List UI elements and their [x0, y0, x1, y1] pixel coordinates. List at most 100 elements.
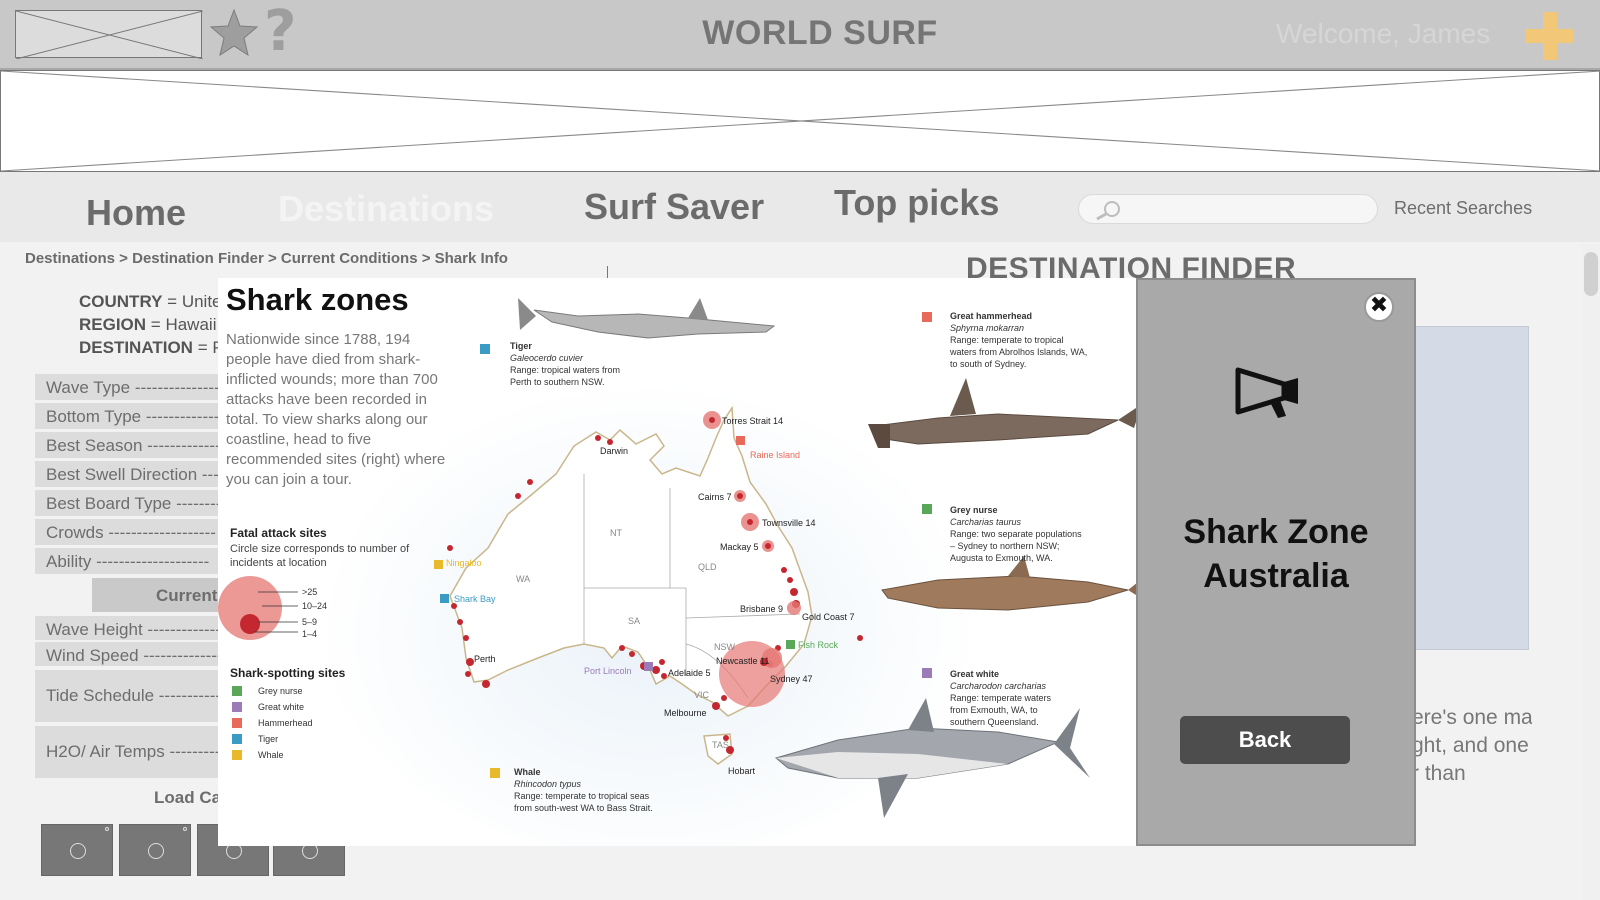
description-line: r than	[1412, 762, 1466, 785]
right-margin	[1532, 244, 1582, 900]
nav-destinations[interactable]: Destinations	[278, 188, 494, 230]
help-icon[interactable]: ?	[264, 2, 296, 62]
tiger-marker	[480, 344, 490, 354]
condition-row: Wave Height --------------	[35, 616, 235, 640]
megaphone-icon	[1235, 367, 1298, 418]
place-label: Adelaide 5	[668, 668, 711, 678]
search-icon	[1096, 201, 1120, 221]
region-line: REGION = Hawaii,	[79, 315, 221, 335]
place-label: Shark Bay	[454, 594, 496, 604]
place-label: Melbourne	[664, 708, 707, 718]
state-label: NSW	[714, 642, 735, 652]
legend-swatch-whale	[232, 750, 242, 760]
state-label: QLD	[698, 562, 717, 572]
country-label: COUNTRY	[79, 292, 163, 311]
legend-swatch-great-white	[232, 702, 242, 712]
attribute-row: Wave Type ------------------	[35, 374, 235, 400]
place-label: Torres Strait 14	[722, 416, 784, 426]
scale-label: 10–24	[302, 601, 328, 611]
main-nav: Home Destinations Surf Saver Top picks R…	[0, 172, 1600, 242]
search-input[interactable]	[1078, 194, 1378, 224]
banner-placeholder	[0, 70, 1600, 172]
scale-label: 1–4	[302, 629, 318, 639]
current-conditions-tab[interactable]: Current	[92, 578, 232, 612]
ningaloo-marker	[434, 560, 443, 569]
hammerhead-marker	[922, 312, 932, 322]
place-label: Newcastle 11	[716, 656, 770, 666]
attribute-row: Best Board Type ----------	[35, 490, 235, 516]
legend-circles	[218, 576, 298, 640]
welcome-message: Welcome, James	[1276, 18, 1491, 49]
logo-placeholder[interactable]	[15, 10, 203, 59]
country-value: = Unite	[167, 292, 222, 311]
state-label: SA	[628, 616, 641, 626]
place-label: Port Lincoln	[584, 666, 632, 676]
camera-thumbnail[interactable]	[41, 824, 113, 876]
region-label: REGION	[79, 315, 147, 334]
nav-home[interactable]: Home	[86, 192, 186, 234]
attribute-row: Best Season ---------------	[35, 432, 235, 458]
place-label: Townsville 14	[762, 518, 816, 528]
scale-label: 5–9	[302, 617, 318, 627]
grey-nurse-info: Grey nurse Carcharias taurus Range: two se…	[950, 505, 1082, 563]
attribute-row: Best Swell Direction -----	[35, 461, 235, 487]
place-label: Gold Coast 7	[802, 612, 855, 622]
legend-swatch-grey-nurse	[232, 686, 242, 696]
app-title: WORLD SURF	[702, 14, 938, 52]
nav-surf-saver[interactable]: Surf Saver	[584, 186, 764, 228]
scrollbar[interactable]	[1582, 244, 1600, 900]
placeholder-cross-icon	[16, 11, 203, 59]
place-label: Ningaloo	[446, 558, 482, 568]
shark-zone-map: Shark zones Nationwide since 1788, 194 p…	[218, 278, 1136, 846]
legend-swatch-hammerhead	[232, 718, 242, 728]
country-line: COUNTRY = Unite	[79, 292, 222, 312]
attribute-row: Ability --------------------	[35, 548, 235, 574]
whale-info: Whale Rhincodon typus Range: temperate to …	[514, 767, 653, 813]
tiger-shark-illustration	[518, 298, 776, 339]
fatal-heading: Fatal attack sites	[230, 526, 327, 540]
legend-label: Grey nurse	[258, 686, 303, 696]
add-plus-icon[interactable]	[1524, 10, 1576, 62]
star-icon[interactable]	[210, 8, 258, 58]
hammerhead-info: Great hammerhead Sphyrna mokarran Range: t…	[950, 311, 1088, 369]
state-label: VIC	[694, 690, 710, 700]
whale-marker	[490, 768, 500, 778]
state-label: WA	[516, 574, 531, 584]
great-white-info: Great white Carcharodon carcharias Range: …	[950, 669, 1052, 727]
condition-row: Wind Speed ---------------	[35, 642, 235, 666]
hammerhead-illustration	[868, 378, 1136, 448]
fish-rock-marker	[786, 640, 795, 649]
destination-line: DESTINATION = P	[79, 338, 224, 358]
place-label: Perth	[474, 654, 496, 664]
scrollbar-thumb[interactable]	[1584, 252, 1598, 296]
port-lincoln-marker	[644, 662, 653, 671]
spotting-heading: Shark-spotting sites	[230, 666, 346, 680]
recent-searches-link[interactable]: Recent Searches	[1394, 198, 1532, 219]
load-cams-label: Load Ca	[154, 788, 222, 807]
close-button[interactable]: ✖	[1364, 292, 1394, 322]
top-bar: ? WORLD SURF Welcome, James	[0, 0, 1600, 70]
legend-swatch-tiger	[232, 734, 242, 744]
back-button[interactable]: Back	[1180, 716, 1350, 764]
camera-icon	[148, 843, 164, 859]
state-label: NT	[610, 528, 622, 538]
description-line: ght, and one	[1412, 734, 1529, 757]
condition-row: H2O/ Air Temps ----------	[35, 726, 235, 778]
legend-label: Hammerhead	[258, 718, 313, 728]
grey-nurse-marker	[922, 504, 932, 514]
place-label: Raine Island	[750, 450, 801, 460]
place-label: Hobart	[728, 766, 756, 776]
place-label: Fish Rock	[798, 640, 839, 650]
raine-island-marker	[736, 436, 745, 445]
camera-thumbnail[interactable]	[119, 824, 191, 876]
place-label: Cairns 7	[698, 492, 732, 502]
breadcrumb[interactable]: Destinations > Destination Finder > Curr…	[25, 250, 508, 267]
place-label: Mackay 5	[720, 542, 759, 552]
banner-cross-icon	[1, 71, 1600, 172]
legend-label: Whale	[258, 750, 284, 760]
nav-top-picks[interactable]: Top picks	[834, 182, 999, 224]
modal-title: Shark Zone Australia	[1136, 510, 1416, 598]
state-label: TAS	[712, 740, 729, 750]
attribute-row: Crowds -------------------	[35, 519, 235, 545]
legend-label: Great white	[258, 702, 305, 712]
